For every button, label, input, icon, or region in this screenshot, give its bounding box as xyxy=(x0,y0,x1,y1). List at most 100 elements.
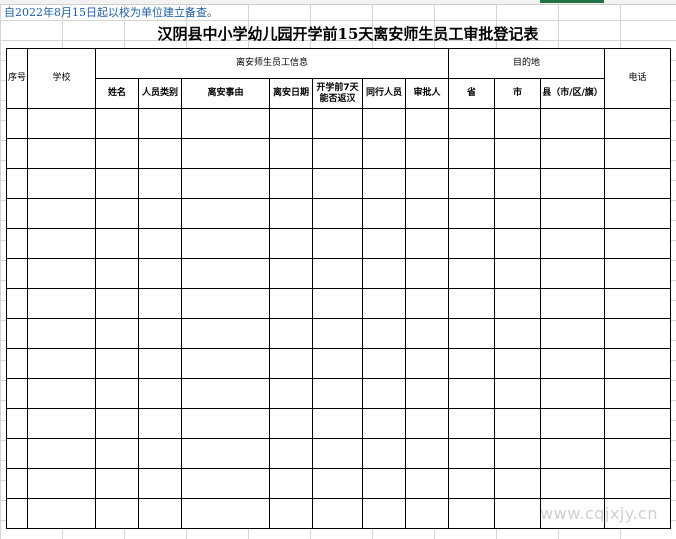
table-cell[interactable] xyxy=(405,318,449,349)
table-cell[interactable] xyxy=(540,288,605,319)
table-cell[interactable] xyxy=(181,108,270,139)
table-cell[interactable] xyxy=(362,408,406,439)
table-cell[interactable] xyxy=(138,378,182,409)
table-cell[interactable] xyxy=(362,168,406,199)
table-cell[interactable] xyxy=(95,378,139,409)
table-cell[interactable] xyxy=(95,168,139,199)
table-cell[interactable] xyxy=(362,498,406,529)
table-cell[interactable] xyxy=(138,258,182,289)
table-cell[interactable] xyxy=(494,288,541,319)
table-cell[interactable] xyxy=(181,288,270,319)
table-cell[interactable] xyxy=(494,168,541,199)
table-cell[interactable] xyxy=(181,438,270,469)
table-cell[interactable] xyxy=(269,258,313,289)
table-cell[interactable] xyxy=(494,138,541,169)
table-cell[interactable] xyxy=(540,138,605,169)
table-cell[interactable] xyxy=(181,498,270,529)
table-cell[interactable] xyxy=(312,318,363,349)
table-cell[interactable] xyxy=(6,198,28,229)
table-cell[interactable] xyxy=(405,168,449,199)
table-cell[interactable] xyxy=(540,168,605,199)
table-cell[interactable] xyxy=(138,498,182,529)
table-cell[interactable] xyxy=(405,378,449,409)
table-cell[interactable] xyxy=(6,378,28,409)
table-cell[interactable] xyxy=(6,318,28,349)
table-cell[interactable] xyxy=(540,108,605,139)
table-cell[interactable] xyxy=(362,438,406,469)
table-cell[interactable] xyxy=(448,438,495,469)
table-cell[interactable] xyxy=(604,378,671,409)
table-cell[interactable] xyxy=(405,138,449,169)
table-cell[interactable] xyxy=(6,108,28,139)
table-cell[interactable] xyxy=(181,258,270,289)
table-cell[interactable] xyxy=(269,138,313,169)
table-cell[interactable] xyxy=(362,468,406,499)
table-cell[interactable] xyxy=(95,408,139,439)
table-cell[interactable] xyxy=(138,468,182,499)
table-cell[interactable] xyxy=(27,378,96,409)
table-cell[interactable] xyxy=(362,348,406,379)
table-cell[interactable] xyxy=(540,228,605,259)
table-cell[interactable] xyxy=(448,198,495,229)
table-cell[interactable] xyxy=(95,138,139,169)
table-cell[interactable] xyxy=(269,228,313,259)
table-cell[interactable] xyxy=(27,348,96,379)
table-cell[interactable] xyxy=(448,228,495,259)
table-cell[interactable] xyxy=(6,228,28,259)
table-cell[interactable] xyxy=(27,228,96,259)
table-cell[interactable] xyxy=(405,288,449,319)
table-cell[interactable] xyxy=(95,498,139,529)
table-cell[interactable] xyxy=(138,228,182,259)
table-cell[interactable] xyxy=(494,468,541,499)
table-cell[interactable] xyxy=(540,258,605,289)
table-cell[interactable] xyxy=(604,138,671,169)
table-cell[interactable] xyxy=(604,438,671,469)
table-cell[interactable] xyxy=(312,288,363,319)
table-cell[interactable] xyxy=(494,228,541,259)
table-cell[interactable] xyxy=(362,138,406,169)
table-cell[interactable] xyxy=(405,438,449,469)
table-cell[interactable] xyxy=(27,138,96,169)
table-cell[interactable] xyxy=(6,348,28,379)
table-cell[interactable] xyxy=(540,198,605,229)
table-cell[interactable] xyxy=(448,408,495,439)
table-cell[interactable] xyxy=(540,408,605,439)
table-cell[interactable] xyxy=(95,258,139,289)
table-cell[interactable] xyxy=(312,228,363,259)
table-cell[interactable] xyxy=(269,468,313,499)
table-cell[interactable] xyxy=(138,288,182,319)
table-cell[interactable] xyxy=(138,108,182,139)
table-cell[interactable] xyxy=(448,348,495,379)
table-cell[interactable] xyxy=(6,168,28,199)
table-cell[interactable] xyxy=(312,378,363,409)
table-cell[interactable] xyxy=(6,258,28,289)
table-cell[interactable] xyxy=(269,438,313,469)
table-cell[interactable] xyxy=(95,468,139,499)
table-cell[interactable] xyxy=(494,438,541,469)
table-cell[interactable] xyxy=(540,318,605,349)
table-cell[interactable] xyxy=(312,108,363,139)
table-cell[interactable] xyxy=(138,408,182,439)
table-cell[interactable] xyxy=(312,438,363,469)
table-cell[interactable] xyxy=(269,378,313,409)
table-cell[interactable] xyxy=(448,138,495,169)
table-cell[interactable] xyxy=(494,378,541,409)
table-cell[interactable] xyxy=(6,138,28,169)
table-cell[interactable] xyxy=(269,498,313,529)
table-cell[interactable] xyxy=(540,468,605,499)
table-cell[interactable] xyxy=(181,318,270,349)
table-cell[interactable] xyxy=(6,408,28,439)
table-cell[interactable] xyxy=(269,168,313,199)
table-cell[interactable] xyxy=(494,258,541,289)
table-cell[interactable] xyxy=(362,198,406,229)
table-cell[interactable] xyxy=(362,378,406,409)
table-cell[interactable] xyxy=(604,168,671,199)
table-cell[interactable] xyxy=(312,198,363,229)
table-cell[interactable] xyxy=(95,438,139,469)
table-cell[interactable] xyxy=(405,468,449,499)
table-cell[interactable] xyxy=(604,108,671,139)
table-cell[interactable] xyxy=(604,348,671,379)
table-cell[interactable] xyxy=(405,348,449,379)
table-cell[interactable] xyxy=(405,498,449,529)
table-cell[interactable] xyxy=(27,438,96,469)
